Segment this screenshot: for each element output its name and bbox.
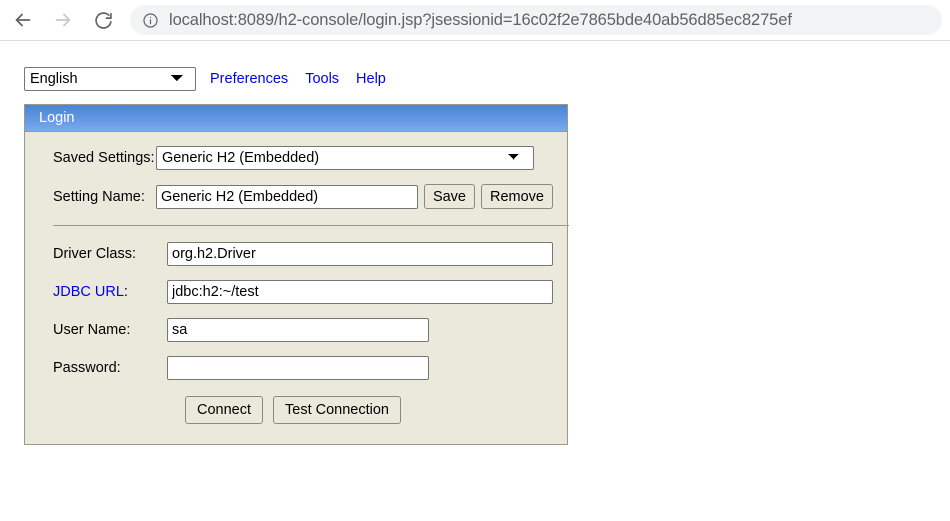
browser-toolbar: localhost:8089/h2-console/login.jsp?jses… bbox=[0, 0, 950, 41]
password-label: Password: bbox=[53, 360, 121, 376]
setting-name-row: Setting Name: Save Remove bbox=[39, 184, 553, 209]
password-label-cell: Password: bbox=[39, 356, 167, 380]
row-spacer bbox=[39, 342, 553, 356]
save-button[interactable]: Save bbox=[423, 184, 475, 209]
driver-class-label-cell: Driver Class: bbox=[39, 242, 167, 266]
row-spacer bbox=[39, 170, 553, 184]
user-name-label: User Name: bbox=[53, 322, 131, 338]
saved-settings-field-cell: Generic H2 (Embedded) bbox=[155, 146, 553, 170]
saved-settings-select[interactable]: Generic H2 (Embedded) bbox=[155, 146, 534, 170]
toolbar-links: Preferences Tools Help bbox=[210, 71, 386, 87]
login-form: Saved Settings: Generic H2 (Embedded) Se… bbox=[25, 132, 569, 444]
saved-settings-label-cell: Saved Settings: bbox=[39, 146, 156, 170]
login-panel-header: Login bbox=[25, 105, 567, 132]
saved-settings-label: Saved Settings: bbox=[53, 150, 155, 166]
address-bar-url[interactable]: localhost:8089/h2-console/login.jsp?jses… bbox=[169, 11, 792, 30]
settings-table: Saved Settings: Generic H2 (Embedded) Se… bbox=[39, 146, 553, 209]
password-row: Password: bbox=[39, 356, 553, 380]
forward-button[interactable] bbox=[46, 3, 80, 37]
setting-name-input[interactable] bbox=[155, 184, 418, 209]
remove-button[interactable]: Remove bbox=[481, 184, 553, 209]
connection-table: Driver Class: JDBC URL: bbox=[39, 242, 553, 380]
user-name-label-cell: User Name: bbox=[39, 318, 167, 342]
reload-icon bbox=[93, 10, 114, 31]
jdbc-url-field-cell bbox=[167, 280, 553, 304]
jdbc-url-row: JDBC URL: bbox=[39, 280, 553, 304]
row-spacer bbox=[39, 266, 553, 280]
password-field-cell bbox=[167, 356, 553, 380]
console-toolbar: English Preferences Tools Help bbox=[24, 67, 386, 91]
login-actions: Connect Test Connection bbox=[39, 396, 553, 424]
jdbc-url-label: JDBC URL: bbox=[53, 284, 128, 300]
password-input[interactable] bbox=[167, 356, 429, 380]
jdbc-url-help-link[interactable]: JDBC URL bbox=[53, 284, 124, 300]
back-button[interactable] bbox=[6, 3, 40, 37]
user-name-input[interactable] bbox=[167, 318, 429, 342]
setting-name-field-cell: Save Remove bbox=[155, 184, 553, 209]
tools-link[interactable]: Tools bbox=[305, 71, 339, 87]
login-panel-title: Login bbox=[39, 110, 75, 126]
driver-class-input[interactable] bbox=[167, 242, 553, 266]
jdbc-url-input[interactable] bbox=[167, 280, 553, 304]
language-select[interactable]: English bbox=[24, 67, 196, 91]
login-panel: Login Saved Settings: Generic H2 (Embedd… bbox=[24, 104, 569, 445]
setting-name-label: Setting Name: bbox=[53, 188, 145, 205]
address-bar[interactable]: localhost:8089/h2-console/login.jsp?jses… bbox=[130, 5, 942, 35]
jdbc-url-label-colon: : bbox=[123, 284, 128, 300]
setting-name-controls: Save Remove bbox=[155, 184, 553, 209]
driver-class-label: Driver Class: bbox=[53, 246, 136, 262]
page-content: English Preferences Tools Help Login Sav… bbox=[0, 42, 950, 521]
back-arrow-icon bbox=[12, 9, 34, 31]
help-link[interactable]: Help bbox=[356, 71, 386, 87]
info-circle-icon[interactable] bbox=[142, 12, 159, 29]
reload-button[interactable] bbox=[86, 3, 120, 37]
driver-class-field-cell bbox=[167, 242, 553, 266]
test-connection-button[interactable]: Test Connection bbox=[273, 396, 401, 424]
connect-button[interactable]: Connect bbox=[185, 396, 264, 424]
user-name-row: User Name: bbox=[39, 318, 553, 342]
forward-arrow-icon bbox=[52, 9, 74, 31]
user-name-field-cell bbox=[167, 318, 553, 342]
driver-class-row: Driver Class: bbox=[39, 242, 553, 266]
row-spacer bbox=[39, 304, 553, 318]
setting-name-label-cell: Setting Name: bbox=[39, 184, 156, 209]
jdbc-url-label-cell: JDBC URL: bbox=[39, 280, 167, 304]
section-divider bbox=[53, 225, 569, 226]
preferences-link[interactable]: Preferences bbox=[210, 71, 288, 87]
saved-settings-row: Saved Settings: Generic H2 (Embedded) bbox=[39, 146, 553, 170]
